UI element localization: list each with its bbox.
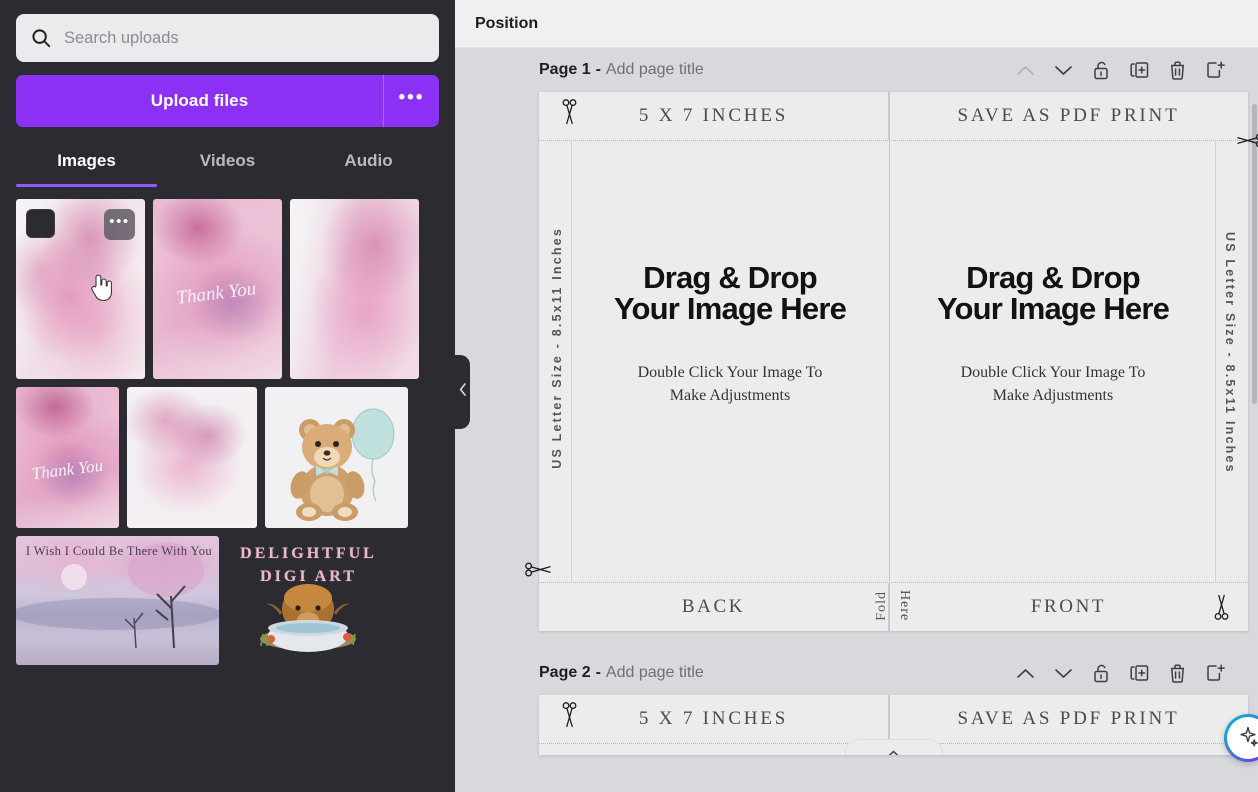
- add-page-button[interactable]: [1204, 662, 1226, 684]
- canvas-scrollbar[interactable]: [1252, 104, 1257, 404]
- page-2-card-sheet[interactable]: 5 X 7 INCHES SAVE AS PDF PRINT: [539, 695, 1248, 755]
- here-label: Here: [897, 590, 912, 622]
- thumbnail-delightful-digi-art[interactable]: DELIGHTFUL DIGI ART: [227, 536, 390, 665]
- move-page-up-button[interactable]: [1014, 59, 1036, 81]
- scissors-icon: [561, 702, 578, 733]
- duplicate-page-button[interactable]: [1128, 662, 1150, 684]
- delete-page-button[interactable]: [1166, 662, 1188, 684]
- upload-row: Upload files •••: [16, 75, 439, 127]
- card-save-pdf-label: SAVE AS PDF PRINT: [957, 105, 1180, 126]
- back-headline-line-1: Drag & Drop: [643, 260, 818, 295]
- page-1-tools: [1014, 59, 1240, 81]
- chevron-up-icon: [886, 746, 901, 755]
- search-icon: [30, 27, 52, 49]
- move-page-up-button[interactable]: [1014, 662, 1036, 684]
- chevron-left-icon: [459, 383, 467, 401]
- front-headline-line-2: Your Image Here: [936, 291, 1170, 326]
- collapse-sidebar-handle[interactable]: [455, 355, 470, 429]
- uploads-row: I Wish I Could Be There With You DELIGHT…: [16, 536, 439, 665]
- lock-page-button[interactable]: [1090, 662, 1112, 684]
- card-size-label: 5 X 7 INCHES: [539, 92, 889, 140]
- card-top-band: 5 X 7 INCHES SAVE AS PDF PRINT: [539, 695, 1248, 743]
- front-sub-line-1: Double Click Your Image To: [960, 364, 1146, 381]
- page-2-label: Page 2: [539, 664, 591, 681]
- card-size-label: 5 X 7 INCHES: [539, 695, 889, 743]
- duplicate-page-button[interactable]: [1128, 59, 1150, 81]
- move-page-down-button[interactable]: [1052, 662, 1074, 684]
- add-page-button[interactable]: [1204, 59, 1226, 81]
- uploads-row: ••• Thank You: [16, 199, 439, 379]
- thumbnail-pink-watercolor-thank-you-1[interactable]: Thank You: [153, 199, 282, 379]
- fold-label: Fold: [874, 591, 889, 621]
- highland-cow-bathtub-illustration: [260, 584, 356, 652]
- thumbnail-teddy-bear-balloon[interactable]: [265, 387, 408, 528]
- uploads-row: Thank You: [16, 387, 439, 528]
- fold-here-labels: Fold Here: [871, 583, 915, 629]
- tab-audio[interactable]: Audio: [298, 141, 439, 187]
- uploads-sidebar: Upload files ••• Images Videos Audio •••…: [0, 0, 470, 792]
- thumbnail-pink-watercolor-blank-1[interactable]: •••: [16, 199, 145, 379]
- left-ruler-label: US Letter Size - 8.5x11 Inches: [550, 227, 564, 469]
- upload-files-button[interactable]: Upload files: [16, 75, 383, 127]
- thank-you-script-overlay: Thank You: [31, 456, 104, 484]
- thumbnail-wish-i-could-be-there[interactable]: I Wish I Could Be There With You: [16, 536, 219, 665]
- upload-options-button[interactable]: •••: [383, 75, 439, 127]
- thumbnail-caption: I Wish I Could Be There With You: [25, 544, 212, 558]
- magic-sparkle-icon: [1237, 725, 1258, 752]
- thank-you-script-overlay: Thank You: [175, 278, 257, 309]
- scissors-icon: [525, 561, 553, 583]
- canvas-scroll-area[interactable]: Page 1 - Add page title 5 X 7 INCHES SAV…: [455, 48, 1258, 792]
- editor-area: Position Page 1 - Add page title 5 X 7 I…: [455, 0, 1258, 792]
- page-2-title-input[interactable]: Add page title: [606, 664, 704, 682]
- front-sub-line-2: Make Adjustments: [992, 386, 1114, 404]
- page-1-title-input[interactable]: Add page title: [606, 61, 704, 79]
- thumbnail-pink-watercolor-blob[interactable]: [127, 387, 257, 528]
- back-sub-line-2: Make Adjustments: [669, 386, 791, 404]
- delete-page-button[interactable]: [1166, 59, 1188, 81]
- card-back-footer-label: BACK: [539, 583, 889, 631]
- page-1-separator: -: [595, 61, 601, 78]
- editor-topbar: Position: [455, 0, 1258, 48]
- card-front-footer-label: FRONT: [1030, 596, 1107, 617]
- position-tool-label[interactable]: Position: [475, 15, 538, 33]
- page-2-tools: [1014, 662, 1240, 684]
- thumbnail-pink-watercolor-blank-2[interactable]: [290, 199, 419, 379]
- thumbnail-select-checkbox[interactable]: [26, 209, 55, 238]
- scissors-icon: [561, 99, 578, 130]
- card-top-band: 5 X 7 INCHES SAVE AS PDF PRINT: [539, 92, 1248, 140]
- tab-videos[interactable]: Videos: [157, 141, 298, 187]
- svg-text:Thank You: Thank You: [31, 456, 104, 484]
- page-1-label: Page 1: [539, 61, 591, 78]
- right-ruler-label: US Letter Size - 8.5x11 Inches: [1223, 232, 1237, 474]
- search-uploads-box[interactable]: [16, 14, 439, 62]
- teddy-bear-illustration: [290, 408, 395, 521]
- search-input[interactable]: [64, 28, 425, 48]
- move-page-down-button[interactable]: [1052, 59, 1074, 81]
- thumbnail-options-button[interactable]: •••: [104, 209, 135, 240]
- back-headline-line-2: Your Image Here: [613, 291, 847, 326]
- page-2-header: Page 2 - Add page title: [455, 651, 1258, 695]
- media-type-tabs: Images Videos Audio: [16, 141, 439, 187]
- card-save-pdf-label: SAVE AS PDF PRINT: [957, 708, 1180, 729]
- tab-images[interactable]: Images: [16, 141, 157, 187]
- svg-text:Thank You: Thank You: [175, 278, 257, 309]
- page-1-card-sheet[interactable]: 5 X 7 INCHES SAVE AS PDF PRINT US Letter…: [525, 92, 1258, 631]
- front-headline-line-1: Drag & Drop: [966, 260, 1141, 295]
- card-back-panel[interactable]: Drag & Drop Your Image Here Double Click…: [571, 140, 889, 583]
- thumbnail-pink-watercolor-thank-you-2[interactable]: Thank You: [16, 387, 119, 528]
- page-2-separator: -: [595, 664, 601, 681]
- lock-page-button[interactable]: [1090, 59, 1112, 81]
- app-root: Upload files ••• Images Videos Audio •••…: [0, 0, 1258, 792]
- page-collapse-pill[interactable]: [844, 739, 943, 755]
- uploads-grid: ••• Thank You Thank You I Wish I Could B…: [16, 199, 439, 665]
- back-sub-line-1: Double Click Your Image To: [637, 364, 823, 381]
- card-front-panel[interactable]: Drag & Drop Your Image Here Double Click…: [890, 140, 1216, 583]
- page-1-header: Page 1 - Add page title: [455, 48, 1258, 92]
